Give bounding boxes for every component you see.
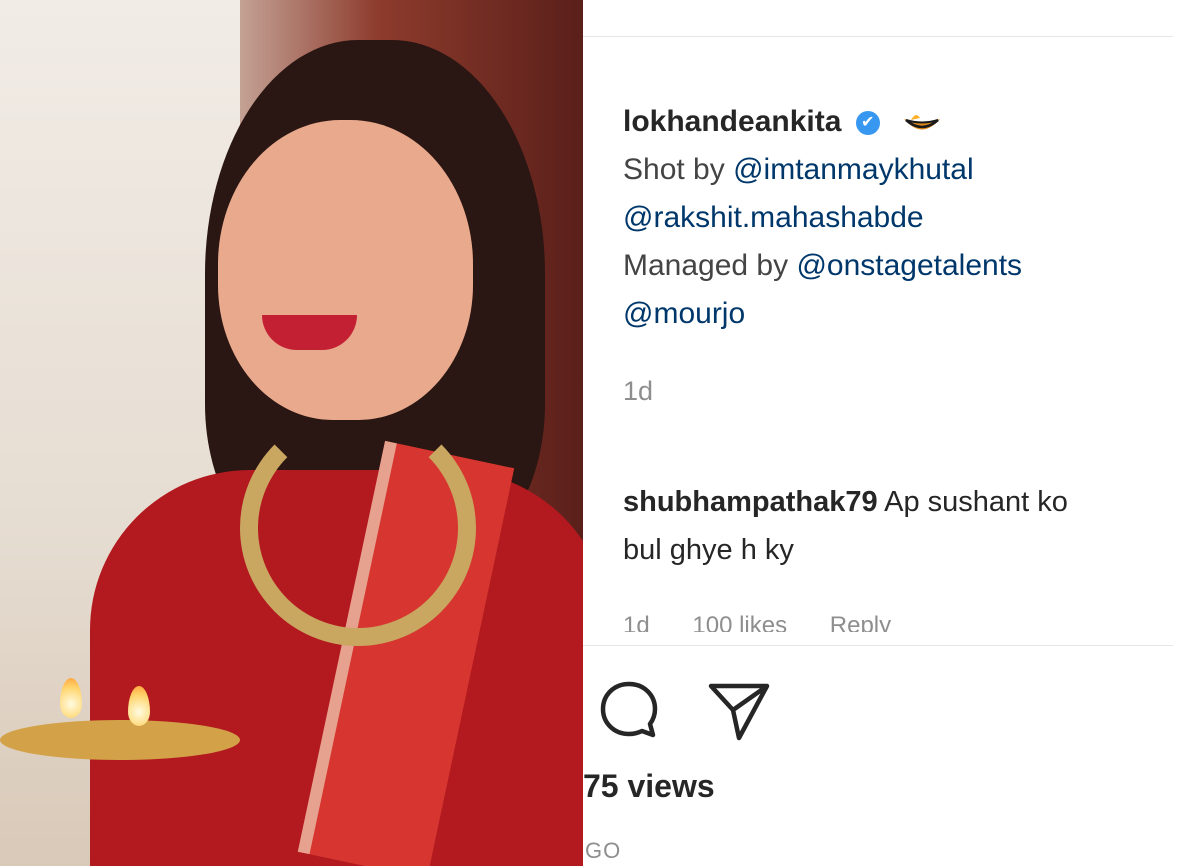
top-divider	[583, 36, 1173, 37]
comment-reply-button[interactable]: Reply	[830, 612, 891, 632]
caption-line: @mourjo	[623, 290, 1183, 338]
comment-text-continued: bul ghye h ky	[623, 534, 794, 566]
figure-face	[218, 120, 473, 420]
diya-emoji-icon	[904, 115, 941, 130]
post-media-image[interactable]	[0, 0, 583, 866]
caption-line: @rakshit.mahashabde	[623, 194, 1183, 242]
comment-item: shubhampathak79 Ap sushant ko bul ghye h…	[623, 478, 1200, 574]
mention-link[interactable]: @rakshit.mahashabde	[623, 201, 924, 234]
caption-header: lokhandeankita ✔	[623, 98, 1183, 146]
action-bar	[595, 676, 811, 746]
verified-badge-icon: ✔	[855, 111, 880, 136]
actions-divider	[583, 645, 1173, 646]
comment-likes[interactable]: 100 likes	[692, 612, 787, 632]
comment-meta: 1d 100 likes Reply	[623, 612, 927, 632]
caption-line: Shot by @imtanmaykhutal	[623, 153, 974, 186]
post-caption: lokhandeankita ✔ Shot by @imtanmaykhutal…	[623, 98, 1183, 338]
mention-link[interactable]: @onstagetalents	[796, 249, 1022, 282]
comment-username[interactable]: shubhampathak79	[623, 486, 878, 518]
share-icon[interactable]	[705, 676, 773, 744]
post-timestamp[interactable]: 1d	[623, 376, 653, 407]
diya-plate	[0, 720, 240, 760]
mention-link[interactable]: @mourjo	[623, 297, 745, 330]
caption-line: Managed by @onstagetalents	[623, 249, 1023, 282]
mention-link[interactable]: @imtanmaykhutal	[733, 153, 974, 186]
comment-time[interactable]: 1d	[623, 612, 650, 632]
time-ago-label: GO	[585, 838, 622, 863]
comment-text: Ap sushant ko	[877, 486, 1068, 518]
view-count[interactable]: 75 views	[583, 768, 715, 805]
post-username[interactable]: lokhandeankita	[623, 105, 841, 138]
comment-icon[interactable]	[595, 676, 663, 744]
post-details-panel: lokhandeankita ✔ Shot by @imtanmaykhutal…	[583, 0, 1200, 866]
figure-necklace	[240, 410, 476, 646]
